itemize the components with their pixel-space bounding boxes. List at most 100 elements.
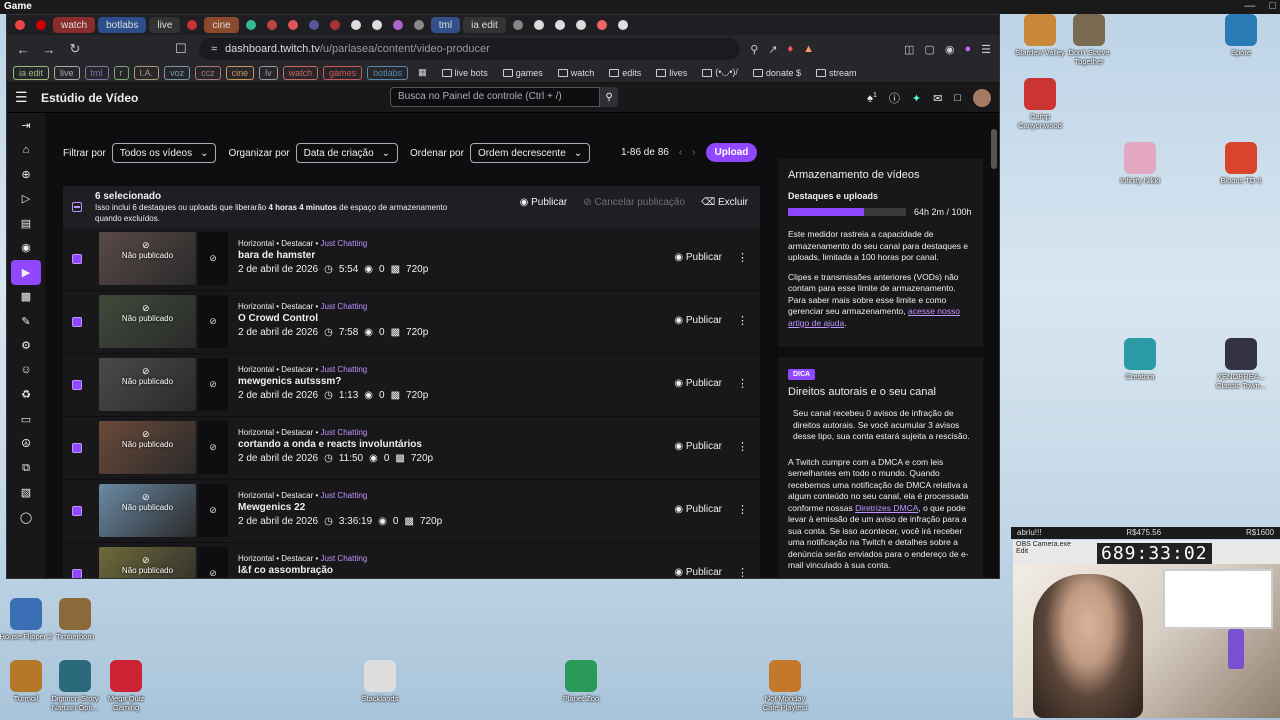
video-title[interactable]: cortando a onda e reacts involuntários: [238, 439, 433, 450]
publish-button[interactable]: ◉ Publicar: [674, 567, 722, 578]
browser-tab[interactable]: botlabs: [98, 17, 147, 33]
maximize-icon[interactable]: □: [1269, 0, 1276, 12]
shield-icon[interactable]: ◉: [945, 43, 955, 56]
publish-button[interactable]: ◉ Publicar: [674, 504, 722, 515]
video-title[interactable]: l&f co assombração: [238, 565, 428, 576]
more-options-icon[interactable]: ⋮: [737, 314, 748, 327]
game-link[interactable]: Just Chatting: [321, 302, 368, 311]
extension-icon[interactable]: ●: [964, 43, 971, 56]
video-thumbnail[interactable]: ⊘ Não publicado: [99, 421, 196, 474]
desktop-shortcut[interactable]: Turmoil: [0, 660, 54, 703]
visibility-toggle-icon[interactable]: ⊘: [198, 421, 228, 474]
table-row[interactable]: ⊘ Não publicado ⊘ Horizontal • Destacar • J…: [63, 480, 760, 543]
table-row[interactable]: ⊘ Não publicado ⊘ Horizontal • Destacar • J…: [63, 291, 760, 354]
more-options-icon[interactable]: ⋮: [737, 377, 748, 390]
sidebar-icon[interactable]: ◫: [904, 43, 914, 56]
row-checkbox[interactable]: [72, 317, 82, 327]
bookmark-folder[interactable]: lives: [651, 67, 692, 79]
search-icon[interactable]: ⚲: [600, 87, 618, 107]
browser-tab[interactable]: [11, 17, 29, 33]
bookmark-tag[interactable]: tml: [84, 65, 109, 80]
more-options-icon[interactable]: ⋮: [737, 503, 748, 516]
desktop-shortcut[interactable]: Infinity Nikki: [1112, 142, 1168, 185]
brave-rewards-icon[interactable]: ▲: [803, 43, 814, 56]
rail-community-icon[interactable]: ◉: [7, 236, 45, 261]
inbox-icon[interactable]: ✉: [933, 92, 942, 105]
visibility-toggle-icon[interactable]: ⊘: [198, 295, 228, 348]
menu-icon[interactable]: ☰: [981, 43, 991, 56]
share-icon[interactable]: ↗: [768, 43, 777, 56]
page-scrollbar[interactable]: [991, 115, 997, 578]
help-icon[interactable]: ⓘ: [889, 90, 900, 106]
brave-shield-icon[interactable]: ♦: [788, 43, 794, 56]
desktop-shortcut[interactable]: Mega Quiz Gaming: [98, 660, 154, 712]
rail-copy-icon[interactable]: ⧉: [7, 456, 45, 481]
browser-tab[interactable]: cine: [204, 17, 239, 33]
bookmark-tag[interactable]: botlabs: [367, 65, 409, 80]
browser-tab[interactable]: [572, 17, 590, 33]
desktop-shortcut[interactable]: Creatura: [1112, 338, 1168, 381]
rail-video-icon[interactable]: ▭: [7, 407, 45, 432]
rail-home-icon[interactable]: ⌂: [7, 138, 45, 163]
rail-promote-icon[interactable]: ▷: [7, 187, 45, 212]
bookmark-folder[interactable]: edits: [604, 67, 646, 79]
browser-tab[interactable]: [284, 17, 302, 33]
visibility-toggle-icon[interactable]: ⊘: [198, 358, 228, 411]
browser-tab[interactable]: [410, 17, 428, 33]
rail-docs-icon[interactable]: ▧: [7, 481, 45, 506]
desktop-shortcut[interactable]: Digimon Story Naruan Opti...: [47, 660, 103, 712]
wallet-icon[interactable]: ▢: [924, 43, 934, 56]
search-input[interactable]: Busca no Painel de controle (Ctrl + /): [390, 87, 600, 107]
table-row[interactable]: ⊘ Não publicado ⊘ Horizontal • Destacar • J…: [63, 354, 760, 417]
url-input[interactable]: ≈ dashboard.twitch.tv/u/parlasea/content…: [199, 38, 741, 60]
bookmark-tag[interactable]: lv: [259, 65, 278, 80]
bulk-cancel-button[interactable]: ⊘ Cancelar publicação: [583, 197, 685, 208]
browser-tab[interactable]: [183, 17, 201, 33]
bookmark-tag[interactable]: live: [54, 65, 80, 80]
forward-icon[interactable]: →: [41, 42, 57, 57]
rail-extensions-icon[interactable]: ♻: [7, 383, 45, 408]
browser-tab[interactable]: [368, 17, 386, 33]
desktop-shortcut[interactable]: Timberborn: [47, 598, 103, 641]
browser-tab[interactable]: [305, 17, 323, 33]
browser-tab[interactable]: ia edit: [463, 17, 506, 33]
video-thumbnail[interactable]: ⊘ Não publicado: [99, 232, 196, 285]
browser-tab[interactable]: [509, 17, 527, 33]
desktop-shortcut[interactable]: Bloons TD 6: [1213, 142, 1269, 185]
desktop-shortcut[interactable]: Not Monday Cafe Playtest: [757, 660, 813, 712]
video-title[interactable]: O Crowd Control: [238, 313, 428, 324]
rail-content-icon[interactable]: ▶: [11, 260, 41, 285]
browser-tab[interactable]: [530, 17, 548, 33]
browser-tab[interactable]: [614, 17, 632, 33]
browser-tab[interactable]: [326, 17, 344, 33]
row-checkbox[interactable]: [72, 443, 82, 453]
desktop-shortcut[interactable]: Stardew Valley: [1012, 14, 1068, 57]
minimize-icon[interactable]: —: [1244, 0, 1255, 12]
video-thumbnail[interactable]: ⊘ Não publicado: [99, 484, 196, 537]
game-link[interactable]: Just Chatting: [321, 365, 368, 374]
desktop-shortcut[interactable]: Planet Zoo: [553, 660, 609, 703]
prev-page-icon[interactable]: ‹: [679, 147, 682, 158]
desktop-shortcut[interactable]: Stacklands: [352, 660, 408, 703]
bookmark-folder[interactable]: watch: [553, 67, 600, 79]
browser-tab[interactable]: [593, 17, 611, 33]
bookmark-tag[interactable]: watch: [282, 65, 319, 80]
publish-button[interactable]: ◉ Publicar: [674, 378, 722, 389]
video-thumbnail[interactable]: ⊘ Não publicado: [99, 295, 196, 348]
select-all-checkbox[interactable]: [72, 202, 82, 212]
rail-shield-icon[interactable]: ◯: [7, 505, 45, 530]
rail-settings-icon[interactable]: ⚙: [7, 334, 45, 359]
browser-tab[interactable]: [389, 17, 407, 33]
desktop-shortcut[interactable]: Don't Starve Together: [1061, 14, 1117, 66]
browser-tab[interactable]: live: [149, 17, 181, 33]
visibility-toggle-icon[interactable]: ⊘: [198, 547, 228, 578]
menu-toggle-icon[interactable]: ☰: [15, 89, 35, 106]
game-link[interactable]: Just Chatting: [321, 554, 368, 563]
row-checkbox[interactable]: [72, 569, 82, 578]
video-title[interactable]: Mewgenics 22: [238, 502, 442, 513]
publish-button[interactable]: ◉ Publicar: [674, 315, 722, 326]
bookmark-icon[interactable]: ☐: [173, 41, 189, 57]
table-row[interactable]: ⊘ Não publicado ⊘ Horizontal • Destacar • J…: [63, 228, 760, 291]
bookmark-tag[interactable]: ia edit: [13, 65, 50, 80]
desktop-shortcut[interactable]: Spore: [1213, 14, 1269, 57]
